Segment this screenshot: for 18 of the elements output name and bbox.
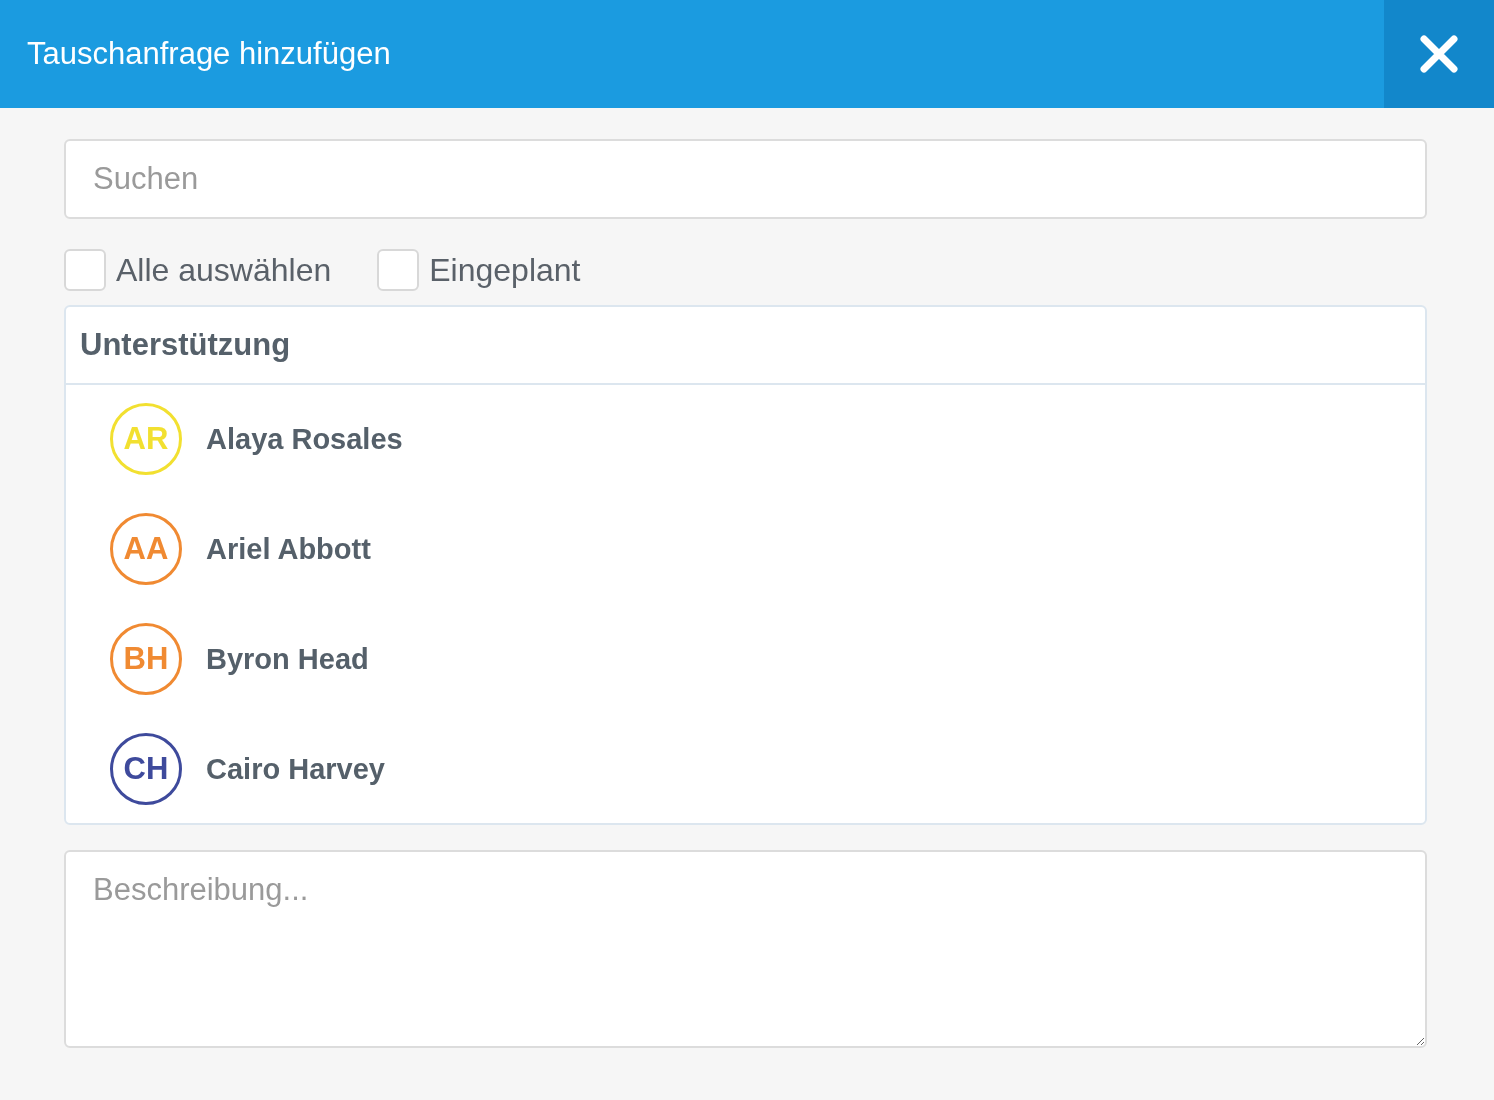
checkbox-label[interactable]: Alle auswählen: [116, 251, 332, 289]
checkbox[interactable]: [377, 249, 420, 291]
member-name[interactable]: Alaya Rosales: [206, 422, 403, 456]
search-field[interactable]: Suchen: [64, 139, 1427, 219]
group-title: Unterstützung: [66, 307, 1425, 385]
member-name[interactable]: Byron Head: [206, 642, 369, 676]
member-name[interactable]: Ariel Abbott: [206, 532, 371, 566]
initials-avatar: CH: [110, 733, 182, 805]
close-button[interactable]: [1384, 0, 1494, 108]
initials-avatar: AA: [110, 513, 182, 585]
initials-avatar: BH: [110, 623, 182, 695]
member-name[interactable]: Cairo Harvey: [206, 752, 385, 786]
checkbox[interactable]: [64, 249, 106, 291]
close-icon: [1420, 35, 1458, 73]
description-field[interactable]: Beschreibung...: [64, 850, 1427, 1048]
dialog-title: Tauschanfrage hinzufügen: [27, 36, 391, 72]
initials-avatar: AR: [110, 403, 182, 475]
checkbox-label[interactable]: Eingeplant: [429, 251, 581, 289]
